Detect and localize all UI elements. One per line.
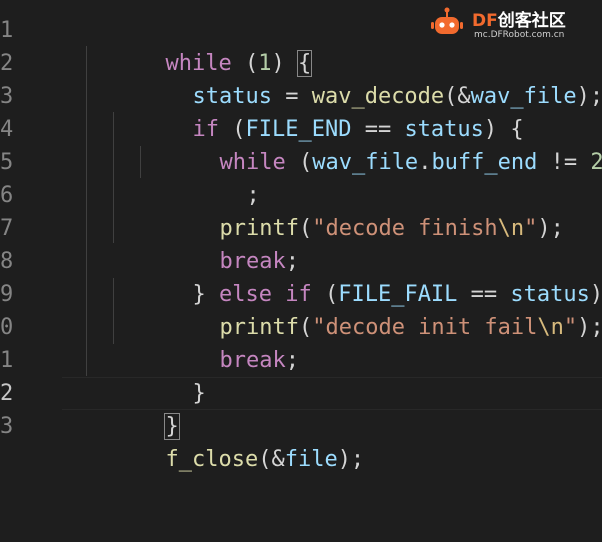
code-line-7[interactable]: 7 break; [0,212,602,274]
line-number: 1 [0,18,14,43]
code-line-3[interactable]: 3 if (FILE_END == status) { [0,80,602,142]
line-number: 2 [0,51,14,76]
line-number: 5 [0,150,14,175]
robot-logo-icon [431,7,463,34]
line-number: 6 [0,183,14,208]
watermark-url: mc.DFRobot.com.cn [474,30,565,40]
code-line-5[interactable]: 5 ; [0,146,602,208]
line-number: 4 [0,117,14,142]
code-line-9[interactable]: 9 printf("decode init fail\n"); [0,278,602,340]
code-line-12[interactable]: 2 } [0,377,602,440]
code-editor[interactable]: 1 while (1) { 2 status = wav_decode(&wav… [0,0,602,472]
code-line-4[interactable]: 4 while (wav_file.buff_end != 2) [0,113,602,175]
code-line-2[interactable]: 2 status = wav_decode(&wav_file); [0,47,602,109]
code-line-11[interactable]: 1 } [0,344,602,406]
line-number: 1 [0,348,14,373]
watermark-community: 创客社区 [497,11,566,31]
line-number: 8 [0,249,14,274]
code-line-8[interactable]: 8 } else if (FILE_FAIL == status) { [0,245,602,307]
line-number: 7 [0,216,14,241]
code-line-6[interactable]: 6 printf("decode finish\n"); [0,179,602,241]
line-number: 9 [0,282,14,307]
code-line-10[interactable]: 0 break; [0,311,602,373]
code-line-13[interactable]: 3 f_close(&file); [0,410,602,472]
line-number: 3 [0,84,14,109]
dfrobot-watermark: DF创客社区 mc.DFRobot.com.cn [430,4,590,48]
line-number: 0 [0,315,14,340]
line-number-active: 2 [0,381,14,406]
line-number: 3 [0,414,14,439]
watermark-brand: DF [472,11,498,31]
